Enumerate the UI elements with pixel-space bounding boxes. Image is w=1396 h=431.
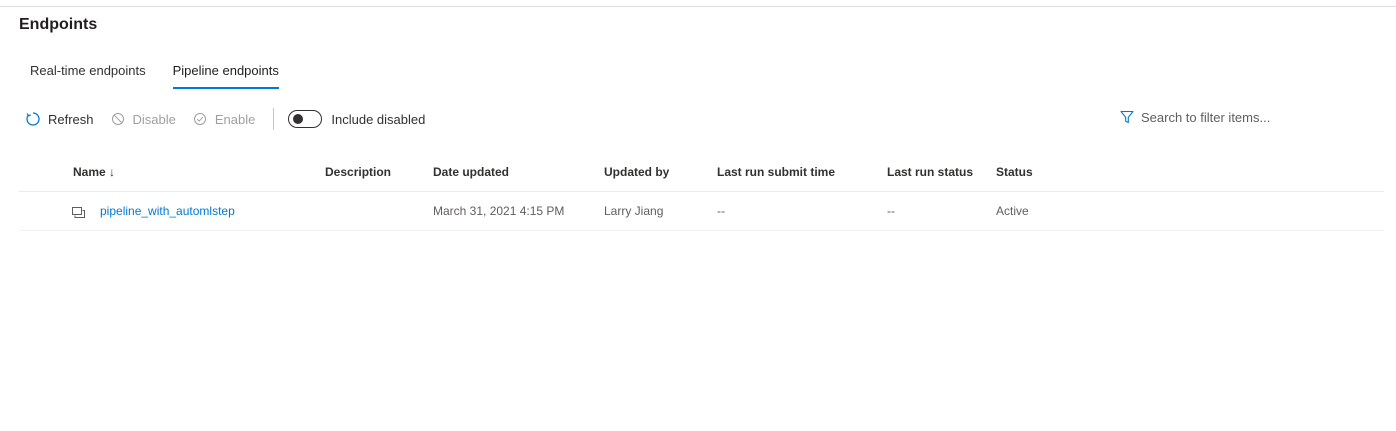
- enable-button[interactable]: Enable: [192, 111, 255, 127]
- column-header-status[interactable]: Status: [996, 165, 1033, 179]
- endpoint-name-link[interactable]: pipeline_with_automlstep: [100, 204, 235, 218]
- refresh-button[interactable]: Refresh: [25, 111, 94, 127]
- column-header-last-run-status[interactable]: Last run status: [887, 165, 973, 179]
- cell-last-run-submit-time: --: [717, 204, 725, 218]
- column-header-date-updated[interactable]: Date updated: [433, 165, 509, 179]
- refresh-icon: [25, 111, 41, 127]
- disable-button[interactable]: Disable: [110, 111, 176, 127]
- tab-pipeline-endpoints[interactable]: Pipeline endpoints: [172, 63, 279, 89]
- disable-label: Disable: [132, 111, 176, 127]
- table-row[interactable]: pipeline_with_automlstep March 31, 2021 …: [19, 192, 1384, 231]
- toolbar: Refresh Disable Enable Include disabled: [25, 107, 425, 131]
- search-placeholder: Search to filter items...: [1141, 109, 1271, 125]
- column-header-updated-by[interactable]: Updated by: [604, 165, 669, 179]
- filter-icon: [1119, 109, 1135, 125]
- column-header-name[interactable]: Name ↓: [73, 165, 115, 179]
- tab-real-time-endpoints[interactable]: Real-time endpoints: [30, 63, 146, 89]
- column-header-description[interactable]: Description: [325, 165, 391, 179]
- cell-updated-by: Larry Jiang: [604, 204, 664, 218]
- enable-icon: [192, 111, 208, 127]
- cell-status: Active: [996, 204, 1029, 218]
- include-disabled-label: Include disabled: [331, 111, 426, 127]
- search-filter-input[interactable]: Search to filter items...: [1119, 109, 1270, 125]
- table-header: Name ↓ Description Date updated Updated …: [19, 152, 1384, 192]
- include-disabled-toggle[interactable]: [288, 110, 323, 128]
- toggle-knob: [293, 114, 304, 124]
- top-divider: [0, 6, 1396, 7]
- enable-label: Enable: [214, 111, 256, 127]
- cell-last-run-status: --: [887, 204, 895, 218]
- toolbar-separator: [273, 108, 275, 130]
- column-header-last-run-submit-time[interactable]: Last run submit time: [717, 165, 835, 179]
- page-title: Endpoints: [19, 16, 98, 33]
- cell-date-updated: March 31, 2021 4:15 PM: [433, 204, 565, 218]
- pipeline-icon: [72, 206, 86, 218]
- refresh-label: Refresh: [48, 111, 94, 127]
- disable-icon: [110, 111, 126, 127]
- tab-bar: Real-time endpoints Pipeline endpoints: [30, 63, 279, 89]
